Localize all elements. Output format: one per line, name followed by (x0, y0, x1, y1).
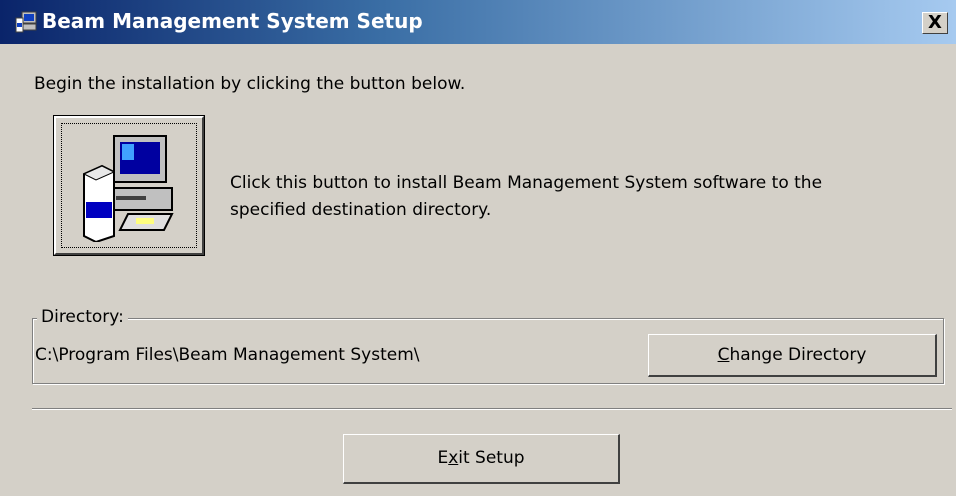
intro-text: Begin the installation by clicking the b… (34, 74, 466, 94)
setup-computer-icon (82, 135, 174, 242)
exit-setup-mnemonic: x (448, 448, 459, 468)
setup-app-icon (15, 11, 37, 33)
window-title: Beam Management System Setup (42, 9, 423, 33)
separator-line (32, 408, 952, 410)
change-directory-mnemonic: C (717, 345, 730, 365)
change-directory-button[interactable]: Change Directory (648, 334, 937, 377)
title-bar[interactable]: Beam Management System Setup X (0, 0, 956, 44)
install-button[interactable] (53, 115, 205, 256)
directory-path: C:\Program Files\Beam Management System\ (35, 345, 420, 365)
install-description: Click this button to install Beam Manage… (230, 173, 823, 220)
directory-label: Directory: (37, 307, 128, 327)
close-button[interactable]: X (922, 12, 948, 34)
exit-setup-prefix: E (437, 448, 449, 468)
exit-setup-suffix: it Setup (458, 448, 525, 468)
exit-setup-button[interactable]: Exit Setup (343, 434, 620, 484)
close-icon: X (928, 12, 942, 33)
change-directory-suffix: hange Directory (729, 345, 867, 365)
